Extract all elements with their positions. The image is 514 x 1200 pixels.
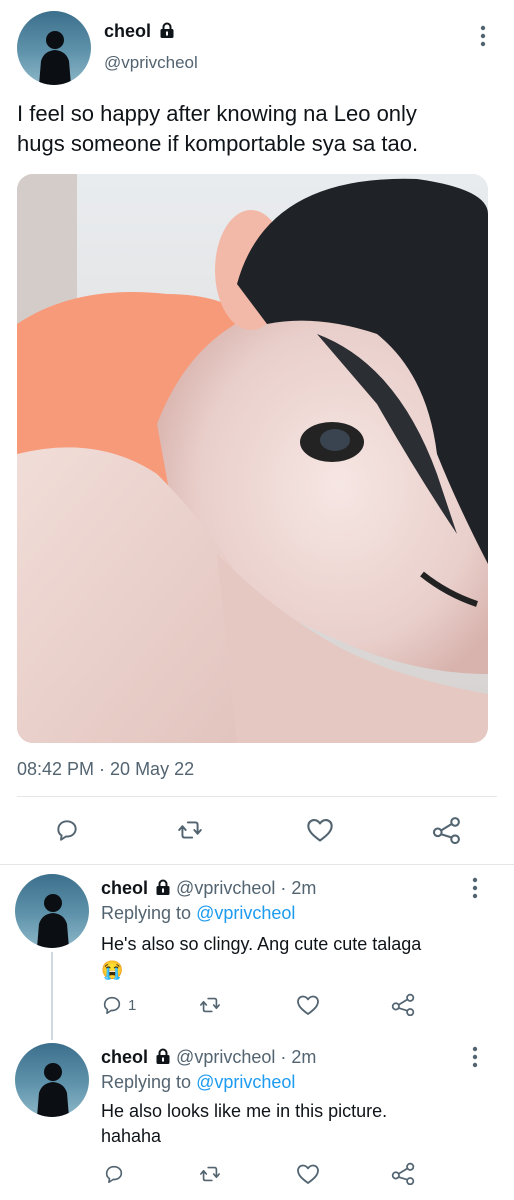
more-options-icon[interactable]: [466, 876, 484, 904]
author-handle[interactable]: @vprivcheol: [104, 53, 198, 73]
share-button[interactable]: [391, 1162, 416, 1185]
reply-button[interactable]: [54, 817, 80, 843]
silhouette-icon: [39, 31, 71, 85]
tweet-photo[interactable]: [17, 174, 488, 743]
reply-text-line-1: He also looks like me in this picture.: [101, 1101, 388, 1121]
retweet-button[interactable]: [199, 994, 221, 1016]
reply-text: He's also so clingy. Ang cute cute talag…: [101, 931, 501, 983]
tweet-text-line-2: hugs someone if komportable sya sa tao.: [17, 131, 419, 156]
reply-avatar[interactable]: [15, 874, 89, 948]
like-button[interactable]: [296, 1163, 320, 1185]
reply-text-line-2: hahaha: [101, 1126, 162, 1146]
reply-author-name[interactable]: cheol: [101, 878, 148, 898]
lock-icon: [156, 879, 170, 895]
tweet-text-line-1: I feel so happy after knowing na Leo onl…: [17, 101, 417, 126]
share-button[interactable]: [432, 816, 462, 844]
replying-to: Replying to @vprivcheol: [101, 1071, 295, 1093]
heart-icon: [297, 995, 319, 1015]
divider: [17, 796, 497, 797]
share-icon: [391, 1162, 415, 1185]
heart-icon: [307, 819, 333, 842]
reply-time: · 2m: [280, 878, 317, 898]
reply-avatar[interactable]: [15, 1043, 89, 1117]
tweet-text: I feel so happy after knowing na Leo onl…: [17, 99, 497, 159]
reply-icon: [105, 1165, 123, 1184]
retweet-icon: [200, 1166, 220, 1182]
replying-to-link[interactable]: @vprivcheol: [196, 1072, 295, 1092]
reply-author-handle[interactable]: @vprivcheol: [176, 1047, 275, 1067]
like-button[interactable]: [306, 817, 334, 843]
crying-emoji: 😭: [101, 960, 124, 980]
tweet-timestamp[interactable]: 08:42 PM · 20 May 22: [17, 759, 194, 780]
replying-to-label: Replying to: [101, 903, 192, 923]
share-icon: [432, 817, 460, 844]
author-name-row[interactable]: cheol: [104, 20, 175, 42]
divider: [0, 864, 514, 865]
share-icon: [391, 993, 415, 1016]
reply-icon: [103, 996, 121, 1015]
reply-header[interactable]: cheol @vprivcheol · 2m: [101, 1046, 316, 1068]
reply-button[interactable]: 1: [101, 994, 136, 1016]
silhouette-icon: [37, 1063, 69, 1117]
replying-to: Replying to @vprivcheol: [101, 902, 295, 924]
silhouette-icon: [37, 894, 69, 948]
thread-line: [51, 952, 53, 1040]
reply-button[interactable]: [103, 1163, 125, 1185]
like-button[interactable]: [296, 994, 320, 1016]
reply-text: He also looks like me in this picture. h…: [101, 1099, 501, 1149]
more-options-icon[interactable]: [474, 24, 492, 52]
author-name[interactable]: cheol: [104, 21, 151, 41]
reply-author-handle[interactable]: @vprivcheol: [176, 878, 275, 898]
lock-icon: [160, 22, 174, 38]
reply-icon: [57, 820, 77, 841]
reply-count: 1: [128, 996, 137, 1014]
more-options-icon[interactable]: [466, 1045, 484, 1073]
lock-icon: [156, 1048, 170, 1064]
reply-text-line-1: He's also so clingy. Ang cute cute talag…: [101, 934, 422, 954]
retweet-button[interactable]: [199, 1163, 221, 1185]
retweet-icon: [200, 997, 220, 1013]
reply-time: · 2m: [280, 1047, 317, 1067]
photo-image: [17, 174, 488, 743]
share-button[interactable]: [391, 993, 416, 1016]
retweet-icon: [178, 821, 202, 839]
author-avatar[interactable]: [17, 11, 91, 85]
heart-icon: [297, 1164, 319, 1184]
retweet-button[interactable]: [177, 817, 203, 843]
reply-header[interactable]: cheol @vprivcheol · 2m: [101, 877, 316, 899]
reply-author-name[interactable]: cheol: [101, 1047, 148, 1067]
replying-to-link[interactable]: @vprivcheol: [196, 903, 295, 923]
replying-to-label: Replying to: [101, 1072, 192, 1092]
